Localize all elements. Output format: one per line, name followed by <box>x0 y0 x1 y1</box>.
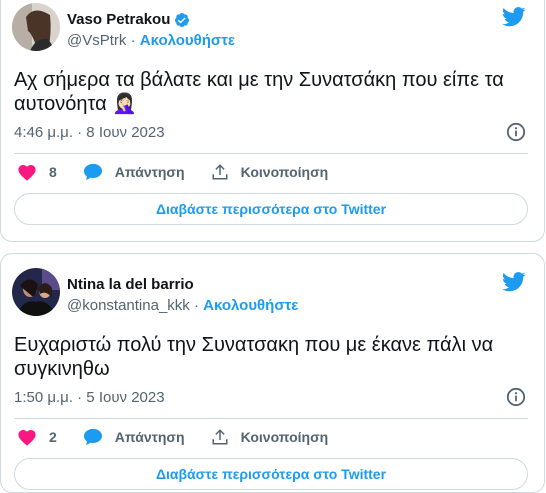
like-count: 2 <box>49 429 57 445</box>
twitter-bird-icon[interactable] <box>502 7 526 32</box>
share-button[interactable]: Κοινοποίηση <box>211 428 329 446</box>
author-handle[interactable]: @konstantina_kkk <box>67 297 190 314</box>
info-icon[interactable] <box>506 122 526 147</box>
author-name-text[interactable]: Ntina la del barrio <box>67 276 194 294</box>
speech-bubble-icon <box>83 428 102 446</box>
read-more-button[interactable]: Διαβάστε περισσότερα στο Twitter <box>14 193 528 225</box>
tweet-timestamp[interactable]: 4:46 μ.μ. · 8 Ιουν 2023 <box>14 124 165 142</box>
tweet-text-content: Αχ σήμερα τα βάλατε και με την Συνατσάκη… <box>14 69 504 115</box>
divider <box>14 418 528 419</box>
facepalm-emoji: 🤦🏻‍♀️ <box>112 93 138 115</box>
like-button[interactable]: 8 <box>17 163 57 181</box>
author-name-text[interactable]: Vaso Petrakou <box>67 11 170 29</box>
separator-dot: · <box>193 297 199 314</box>
tweet-text: Αχ σήμερα τα βάλατε και με την Συνατσάκη… <box>14 68 528 116</box>
share-upload-icon <box>212 429 228 445</box>
like-button[interactable]: 2 <box>17 428 57 446</box>
reply-label: Απάντηση <box>114 164 185 180</box>
follow-button[interactable]: Ακολουθήστε <box>140 32 235 49</box>
share-label: Κοινοποίηση <box>240 164 329 180</box>
reply-button[interactable]: Απάντηση <box>83 428 185 446</box>
tweet-text: Ευχαριστώ πολύ την Συνατσακη που με έκαν… <box>14 334 494 380</box>
like-count: 8 <box>49 164 57 180</box>
avatar[interactable] <box>12 3 60 51</box>
read-more-button[interactable]: Διαβάστε περισσότερα στο Twitter <box>14 458 528 490</box>
author-name[interactable]: Vaso Petrakou <box>67 11 190 29</box>
tweet-card-2: Ntina la del barrio @konstantina_kkk · Α… <box>0 253 545 493</box>
share-upload-icon <box>212 164 228 180</box>
reply-label: Απάντηση <box>114 429 185 445</box>
heart-icon <box>18 164 36 181</box>
follow-button[interactable]: Ακολουθήστε <box>203 297 298 314</box>
avatar[interactable] <box>12 268 60 316</box>
speech-bubble-icon <box>83 163 102 181</box>
tweet-actions: 2 Απάντηση Κοινοποίηση <box>17 428 354 446</box>
verified-badge-icon <box>174 12 190 28</box>
divider <box>14 153 528 154</box>
handle-row: @VsPtrk · Ακολουθήστε <box>67 32 235 50</box>
author-handle[interactable]: @VsPtrk <box>67 32 126 49</box>
twitter-bird-icon[interactable] <box>502 272 526 297</box>
handle-row: @konstantina_kkk · Ακολουθήστε <box>67 297 298 315</box>
author-name[interactable]: Ntina la del barrio <box>67 276 194 294</box>
tweet-timestamp[interactable]: 1:50 μ.μ. · 5 Ιουν 2023 <box>14 389 165 407</box>
heart-icon <box>18 429 36 446</box>
separator-dot: · <box>130 32 136 49</box>
tweet-card-1: Vaso Petrakou @VsPtrk · Ακολουθήστε Αχ σ… <box>0 0 545 242</box>
info-icon[interactable] <box>506 387 526 412</box>
tweet-actions: 8 Απάντηση Κοινοποίηση <box>17 163 354 181</box>
share-button[interactable]: Κοινοποίηση <box>211 163 329 181</box>
reply-button[interactable]: Απάντηση <box>83 163 185 181</box>
share-label: Κοινοποίηση <box>240 429 329 445</box>
